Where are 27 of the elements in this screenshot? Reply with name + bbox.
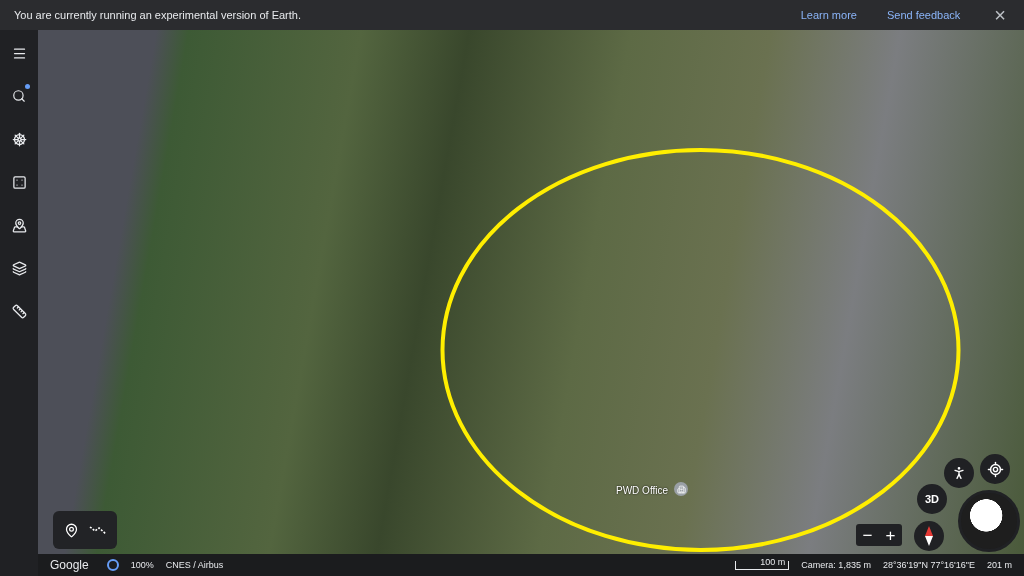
loading-ring-icon (106, 559, 119, 571)
placemark-button[interactable] (63, 522, 79, 538)
compass-needle-icon (925, 526, 933, 546)
scale-bar: 100 m (735, 560, 790, 570)
place-label[interactable]: PWD Office (616, 485, 669, 496)
search-icon (12, 89, 26, 103)
camera-altitude: Camera: 1,835 m (801, 560, 871, 570)
brand-label: Google (50, 558, 89, 572)
banner-message: You are currently running an experimental version of Earth. (14, 9, 302, 21)
ruler-icon (11, 303, 27, 319)
person-icon (951, 465, 967, 481)
zoom-in-button[interactable]: + (885, 526, 896, 544)
imagery-credit: CNES / Airbus (165, 560, 224, 570)
menu-icon (11, 45, 27, 61)
banner-link[interactable]: Send feedback (886, 9, 961, 21)
loading-percent: 100% (130, 560, 154, 570)
map-pin-icon (11, 217, 27, 233)
coordinates: 28°36'19"N 77°16'16"E (882, 560, 975, 570)
path-button[interactable] (88, 524, 107, 536)
layers-icon (11, 260, 27, 276)
elevation: 201 m (987, 560, 1012, 570)
target-icon (986, 460, 1004, 478)
dice-icon (11, 174, 27, 190)
ship-wheel-icon (11, 131, 27, 147)
zoom-out-button[interactable]: − (862, 526, 873, 544)
close-button[interactable]: × (990, 5, 1010, 25)
banner-link[interactable]: Learn more (800, 9, 857, 21)
